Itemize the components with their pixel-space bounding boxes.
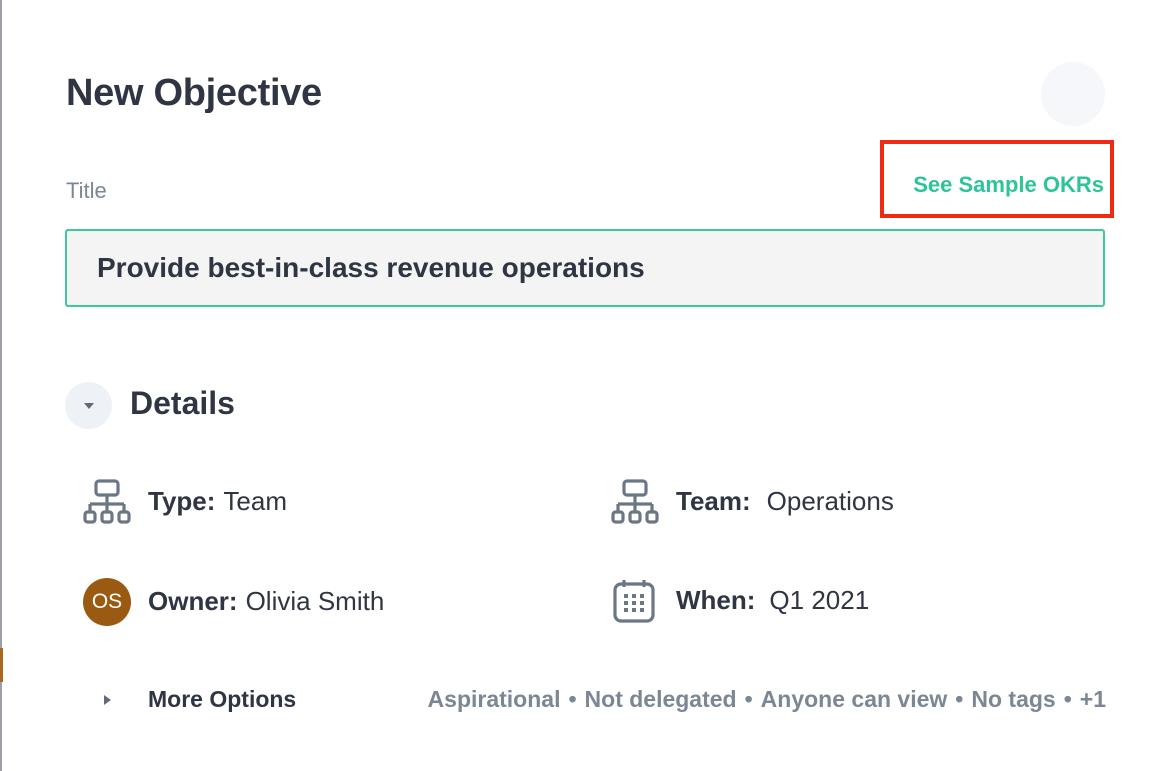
when-field[interactable]: When: Q1 2021	[676, 585, 869, 616]
details-toggle-button[interactable]	[65, 382, 112, 429]
summary-separator: •	[744, 686, 753, 712]
summary-tags: No tags	[971, 686, 1056, 712]
type-value: Team	[223, 486, 287, 516]
caret-down-icon	[83, 402, 94, 409]
title-label: Title	[66, 178, 107, 203]
team-label: Team:	[676, 486, 751, 516]
summary-visibility: Anyone can view	[760, 686, 948, 712]
summary-separator: •	[1063, 686, 1072, 712]
type-label: Type:	[148, 486, 216, 516]
window-left-accent	[0, 648, 3, 682]
team-value: Operations	[766, 486, 894, 516]
owner-field[interactable]: Owner: Olivia Smith	[148, 586, 384, 617]
avatar: OS	[83, 578, 131, 626]
owner-label: Owner:	[148, 586, 238, 616]
close-button[interactable]	[1041, 62, 1105, 126]
summary-more-count: +1	[1079, 686, 1106, 712]
hierarchy-icon	[83, 479, 131, 524]
details-heading: Details	[130, 385, 235, 421]
owner-value: Olivia Smith	[245, 586, 385, 616]
when-label: When:	[676, 585, 756, 615]
hierarchy-icon	[611, 479, 659, 524]
more-options-toggle[interactable]: More Options	[148, 686, 296, 713]
caret-right-icon[interactable]	[100, 690, 116, 710]
summary-separator: •	[568, 686, 577, 712]
title-input[interactable]: Provide best-in-class revenue operations	[65, 229, 1105, 307]
type-field[interactable]: Type: Team	[148, 486, 287, 517]
summary-delegation: Not delegated	[584, 686, 737, 712]
more-options-summary[interactable]: Aspirational • Not delegated • Anyone can vi…	[428, 686, 1106, 713]
team-field[interactable]: Team: Operations	[676, 486, 894, 517]
when-value: Q1 2021	[769, 585, 870, 615]
see-sample-okrs-link[interactable]: See Sample OKRs	[913, 172, 1104, 198]
calendar-icon	[613, 580, 655, 623]
page-title: New Objective	[66, 72, 322, 114]
summary-separator: •	[955, 686, 964, 712]
title-input-value: Provide best-in-class revenue operations	[97, 252, 645, 283]
summary-aspirational: Aspirational	[427, 686, 561, 712]
